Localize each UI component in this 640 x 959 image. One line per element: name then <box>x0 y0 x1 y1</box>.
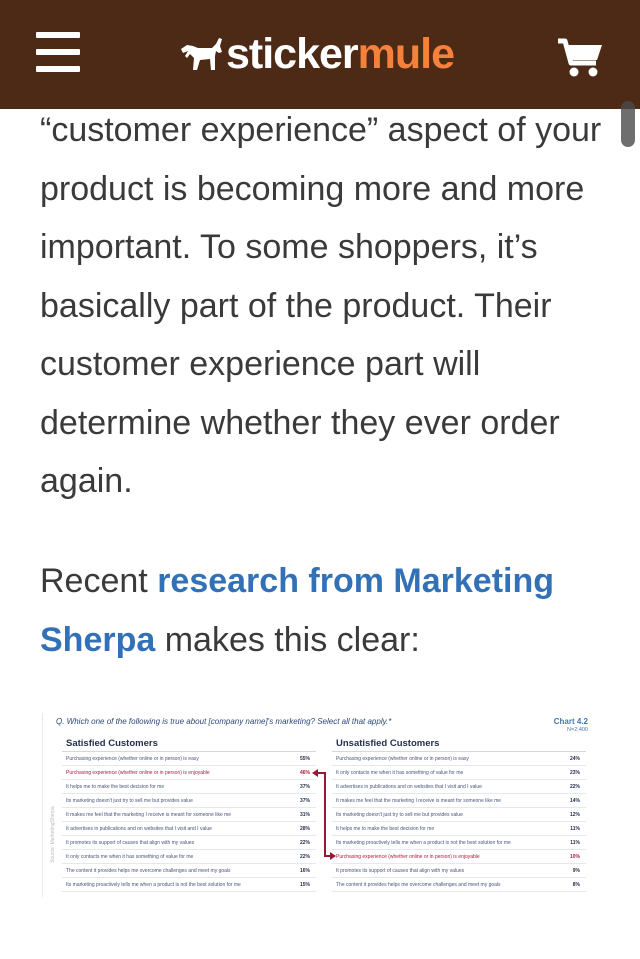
row-value: 31% <box>299 812 310 818</box>
panel-title: Satisfied Customers <box>62 737 316 752</box>
row-label: It advertises in publications and on web… <box>66 826 212 832</box>
row-label: The content it provides helps me overcom… <box>336 882 501 888</box>
row-label: Purchasing experience (whether online or… <box>66 756 199 762</box>
row-label: It makes me feel that the marketing I re… <box>66 812 232 818</box>
row-label: Its marketing proactively tells me when … <box>66 882 241 888</box>
table-row: It only contacts me when it has somethin… <box>332 766 586 780</box>
arrow-connector <box>324 773 326 857</box>
table-row: It advertises in publications and on web… <box>332 780 586 794</box>
row-value: 12% <box>569 812 580 818</box>
row-value: 22% <box>569 784 580 790</box>
table-row: It only contacts me when it has somethin… <box>62 850 316 864</box>
table-row: It promotes its support of causes that a… <box>332 864 586 878</box>
row-value: 11% <box>570 840 580 846</box>
paragraph-text: Recent <box>40 562 158 600</box>
article-paragraph-research: Recent research from Marketing Sherpa ma… <box>40 552 610 669</box>
row-label: Purchasing experience (whether online or… <box>66 770 210 776</box>
satisfied-customers-panel: Satisfied Customers Purchasing experienc… <box>62 737 316 892</box>
table-row: Purchasing experience (whether online or… <box>332 850 586 864</box>
row-label: Purchasing experience (whether online or… <box>336 756 469 762</box>
table-row: Its marketing proactively tells me when … <box>332 836 586 850</box>
logo-text-mule: mule <box>357 29 455 78</box>
row-value: 11% <box>570 826 580 832</box>
chart-border <box>42 713 43 897</box>
unsatisfied-customers-panel: Unsatisfied Customers Purchasing experie… <box>332 737 586 892</box>
row-label: It makes me feel that the marketing I re… <box>336 798 502 804</box>
row-value: 22% <box>299 840 310 846</box>
chart-number: Chart 4.2 <box>553 717 588 726</box>
article-paragraph: “customer experience” aspect of your pro… <box>40 111 602 500</box>
top-navigation-bar: sticker mule <box>0 0 640 109</box>
table-row: It makes me feel that the marketing I re… <box>62 808 316 822</box>
scrollbar-thumb[interactable] <box>621 101 635 147</box>
row-value: 16% <box>299 868 310 874</box>
row-value: 37% <box>299 798 310 804</box>
table-row: Purchasing experience (whether online or… <box>62 766 316 780</box>
mule-logo-icon <box>181 38 222 70</box>
table-row: Its marketing doesn't just try to sell m… <box>62 794 316 808</box>
row-label: It helps me to make the best decision fo… <box>336 826 435 832</box>
panel-title: Unsatisfied Customers <box>332 737 586 752</box>
table-row: The content it provides helps me overcom… <box>62 864 316 878</box>
row-label: The content it provides helps me overcom… <box>66 868 231 874</box>
row-value: 14% <box>569 798 580 804</box>
table-row: It promotes its support of causes that a… <box>62 836 316 850</box>
row-label: It only contacts me when it has somethin… <box>336 770 464 776</box>
chart-question: Q. Which one of the following is true ab… <box>56 717 392 726</box>
research-chart-image: Q. Which one of the following is true ab… <box>40 713 592 897</box>
row-value: 24% <box>569 756 580 762</box>
chart-source: Source: MarketingSherpa <box>50 806 56 863</box>
row-value: 46% <box>299 770 310 776</box>
stickermule-logo[interactable]: sticker mule <box>178 26 455 82</box>
logo-text-sticker: sticker <box>226 29 359 78</box>
table-row: It helps me to make the best decision fo… <box>62 780 316 794</box>
table-row: It advertises in publications and on web… <box>62 822 316 836</box>
row-value: 28% <box>299 826 310 832</box>
menu-icon[interactable] <box>36 30 82 74</box>
table-row: Purchasing experience (whether online or… <box>62 752 316 766</box>
row-label: It promotes its support of causes that a… <box>336 868 465 874</box>
table-row: The content it provides helps me overcom… <box>332 878 586 892</box>
row-label: It promotes its support of causes that a… <box>66 840 195 846</box>
paragraph-text: makes this clear: <box>155 620 420 659</box>
table-row: It helps me to make the best decision fo… <box>332 822 586 836</box>
table-row: Its marketing doesn't just try to sell m… <box>332 808 586 822</box>
row-value: 15% <box>299 882 310 888</box>
row-value: 9% <box>572 868 580 874</box>
row-value: 23% <box>569 770 580 776</box>
row-label: Its marketing doesn't just try to sell m… <box>336 812 463 818</box>
row-value: 8% <box>572 882 580 888</box>
table-row: Purchasing experience (whether online or… <box>332 752 586 766</box>
row-value: 37% <box>299 784 310 790</box>
row-label: Purchasing experience (whether online or… <box>336 854 480 860</box>
table-row: Its marketing proactively tells me when … <box>62 878 316 892</box>
sample-size: N=2,400 <box>567 727 588 733</box>
row-label: It advertises in publications and on web… <box>336 784 482 790</box>
row-label: It helps me to make the best decision fo… <box>66 784 165 790</box>
row-label: It only contacts me when it has somethin… <box>66 854 194 860</box>
row-label: Its marketing doesn't just try to sell m… <box>66 798 193 804</box>
row-value: 55% <box>299 756 310 762</box>
cart-icon[interactable] <box>556 36 604 80</box>
chart-label: Chart 4.2 N=2,400 <box>554 717 588 735</box>
row-value: 10% <box>569 854 580 860</box>
table-row: It makes me feel that the marketing I re… <box>332 794 586 808</box>
arrow-icon <box>330 852 336 860</box>
row-label: Its marketing proactively tells me when … <box>336 840 511 846</box>
row-value: 22% <box>299 854 310 860</box>
